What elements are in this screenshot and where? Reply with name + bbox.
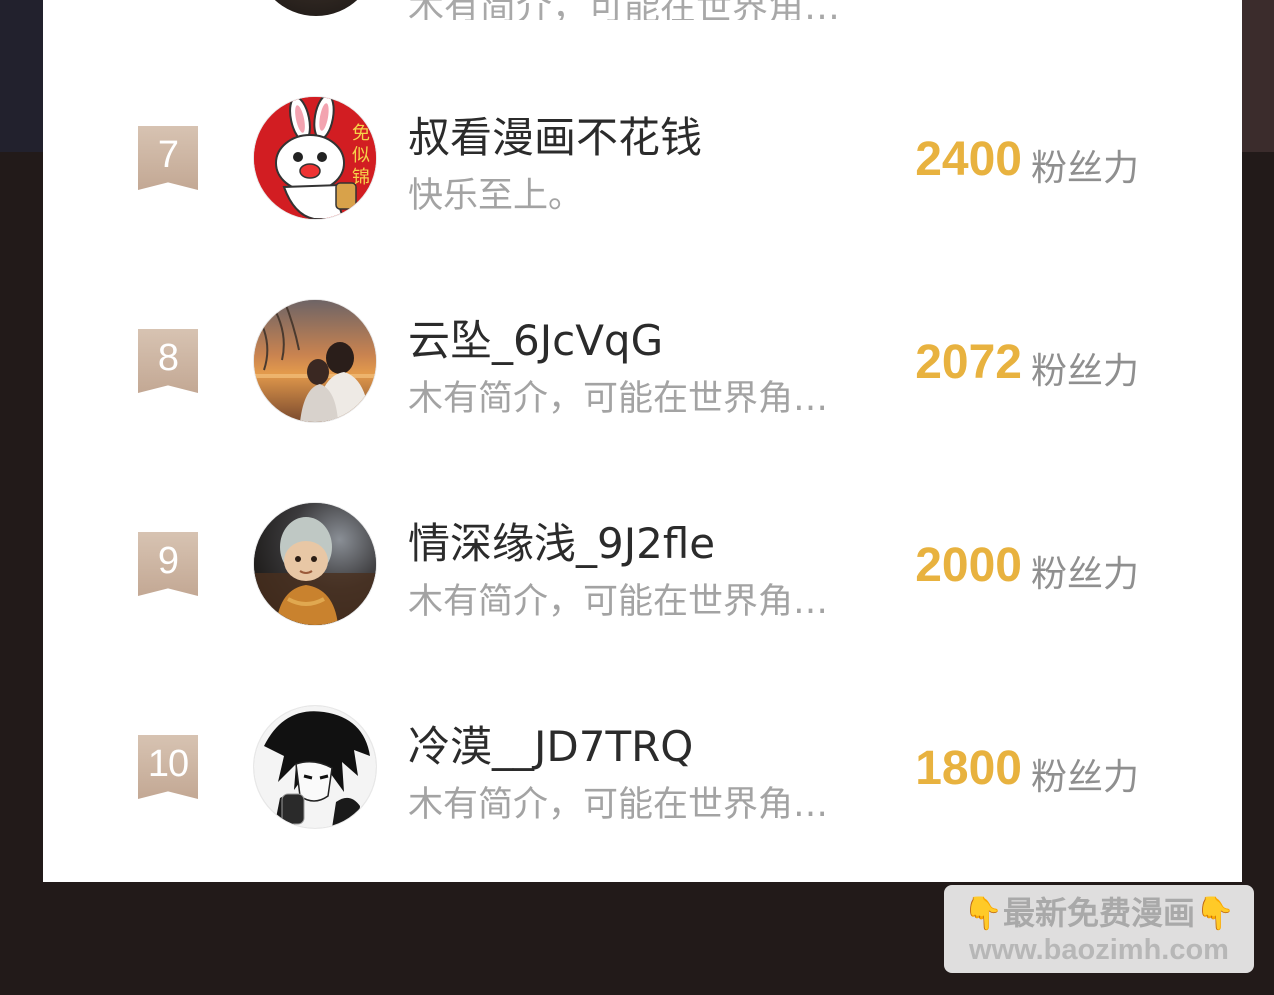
username[interactable]: 冷漠__JD7TRQ <box>408 713 693 774</box>
list-item[interactable]: 9 情深缘浅_9J2fle 木有简介，可能在世界角… 2000 粉丝力 <box>43 503 1242 706</box>
backdrop-left <box>0 0 43 152</box>
cartoon-monk-avatar-image <box>254 503 376 625</box>
previous-list-item[interactable]: 木有简介，可能在世界角… <box>43 0 1242 20</box>
avatar[interactable] <box>254 706 376 828</box>
rank-badge: 8 <box>138 329 198 393</box>
avatar[interactable] <box>254 300 376 422</box>
username[interactable]: 叔看漫画不花钱 <box>408 104 702 165</box>
fan-power-value: 1800 <box>915 742 1022 795</box>
watermark-tagline: 最新免费漫画 <box>1002 894 1195 932</box>
backdrop-right <box>1242 0 1274 152</box>
avatar[interactable]: 免 似 锦 <box>254 97 376 219</box>
fan-power-unit: 粉丝力 <box>1031 148 1140 189</box>
rabbit-avatar-image: 免 似 锦 <box>254 97 376 219</box>
watermark-url: www.baozimh.com <box>969 934 1229 966</box>
svg-text:似: 似 <box>352 145 370 166</box>
rank-badge: 7 <box>138 126 198 190</box>
avatar[interactable] <box>254 503 376 625</box>
user-intro: 木有简介，可能在世界角… <box>408 0 840 20</box>
site-watermark: 👇最新免费漫画👇 www.baozimh.com <box>944 885 1254 973</box>
avatar[interactable] <box>255 0 377 16</box>
list-item[interactable]: 8 云坠_6JcVqG 木有简介，可能在世界角… 2072 粉丝力 <box>43 300 1242 503</box>
rank-badge: 10 <box>138 735 198 799</box>
svg-text:锦: 锦 <box>352 167 370 188</box>
manga-character-avatar-image <box>254 706 376 828</box>
user-intro: 木有简介，可能在世界角… <box>408 379 829 419</box>
user-intro: 木有简介，可能在世界角… <box>408 785 829 825</box>
fan-power-unit: 粉丝力 <box>1031 554 1140 595</box>
list-item[interactable]: 10 冷漠__JD7TRQ 木有简介，可能在世界角… 1800 粉丝力 <box>43 706 1242 909</box>
sunset-couple-avatar-image <box>254 300 376 422</box>
fan-power-value: 2000 <box>915 539 1022 592</box>
fan-power-unit: 粉丝力 <box>1031 351 1140 392</box>
svg-text:免: 免 <box>352 123 370 144</box>
pointing-down-hand-icon: 👇 <box>963 894 1003 932</box>
fan-power-value: 2072 <box>915 336 1022 389</box>
fan-power-unit: 粉丝力 <box>1031 757 1140 798</box>
user-intro: 木有简介，可能在世界角… <box>408 582 829 622</box>
username[interactable]: 云坠_6JcVqG <box>408 307 663 368</box>
fan-power-value: 2400 <box>915 133 1022 186</box>
pointing-down-hand-icon: 👇 <box>1195 894 1235 932</box>
fan-ranking-list: 木有简介，可能在世界角… 7 免 似 锦 叔看漫画不花钱 快乐 <box>43 0 1242 882</box>
list-item[interactable]: 7 免 似 锦 叔看漫画不花钱 快乐至上。 2400 粉丝力 <box>43 97 1242 300</box>
username[interactable]: 情深缘浅_9J2fle <box>408 510 715 571</box>
user-intro: 快乐至上。 <box>408 176 584 216</box>
rank-badge: 9 <box>138 532 198 596</box>
